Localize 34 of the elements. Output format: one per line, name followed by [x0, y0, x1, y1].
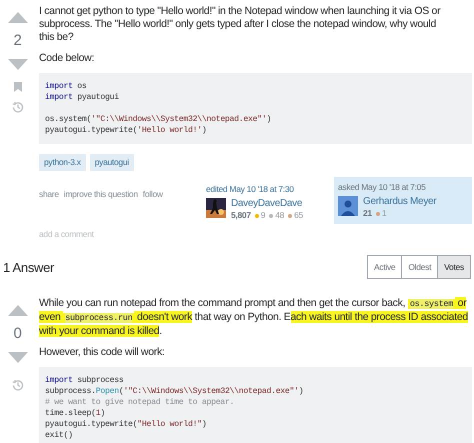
post-action-link[interactable]: follow: [142, 189, 163, 224]
upvote-icon[interactable]: [8, 305, 28, 316]
code-block: import subprocess subprocess.Popen('"C:\\Windows\\System32\\notepad.exe"') # we want to give notepad time to appear. time.sleep(1) pyautogui.typewrite("Hello world!") exit(): [39, 367, 472, 443]
asked-date: asked May 10 '18 at 7:05: [338, 182, 427, 193]
bookmark-icon[interactable]: [14, 82, 22, 92]
question-text: I cannot get python to type "Hello world!" in the Notepad window when launching it via OS or subprocess. The "Hello world!" only gets typed after I close the notepad window, why would this be?: [39, 5, 442, 44]
tag[interactable]: pyautogui: [90, 154, 134, 171]
badge-count: 48: [275, 210, 284, 221]
answers-heading: 1 Answer: [3, 260, 54, 274]
post-action-link[interactable]: share: [39, 189, 59, 224]
downvote-icon[interactable]: [8, 352, 28, 363]
sort-tab[interactable]: Oldest: [401, 255, 438, 279]
vote-count: 0: [13, 325, 22, 343]
downvote-icon[interactable]: [8, 59, 28, 70]
badge-count: 1: [382, 208, 386, 219]
code-block: import os import pyautogui os.system('"C:\\Windows\\System32\\notepad.exe"') pyautogui.typewrite('Hello world!'): [39, 73, 472, 144]
edited-date[interactable]: edited May 10 '18 at 7:30: [206, 184, 334, 195]
question-text: Code below:: [39, 52, 96, 65]
history-icon[interactable]: [12, 379, 24, 391]
avatar-icon[interactable]: [338, 196, 358, 216]
history-icon[interactable]: [12, 101, 24, 113]
user-name[interactable]: DaveyDaveDave: [231, 198, 303, 210]
post-action-link[interactable]: improve this question: [64, 189, 138, 224]
sort-tab[interactable]: Active: [367, 255, 402, 279]
reputation: 5,807: [231, 210, 251, 221]
vote-count: 2: [13, 32, 22, 50]
badge-count: 65: [294, 210, 303, 221]
badge-count: 9: [260, 210, 266, 221]
answer-text: However, this code will work:: [39, 346, 166, 359]
reputation: 21: [363, 208, 372, 219]
tag[interactable]: python-3.x: [39, 154, 86, 171]
sort-tab[interactable]: Votes: [437, 255, 471, 279]
upvote-icon[interactable]: [8, 12, 28, 23]
user-name[interactable]: Gerhardus Meyer: [363, 196, 436, 208]
